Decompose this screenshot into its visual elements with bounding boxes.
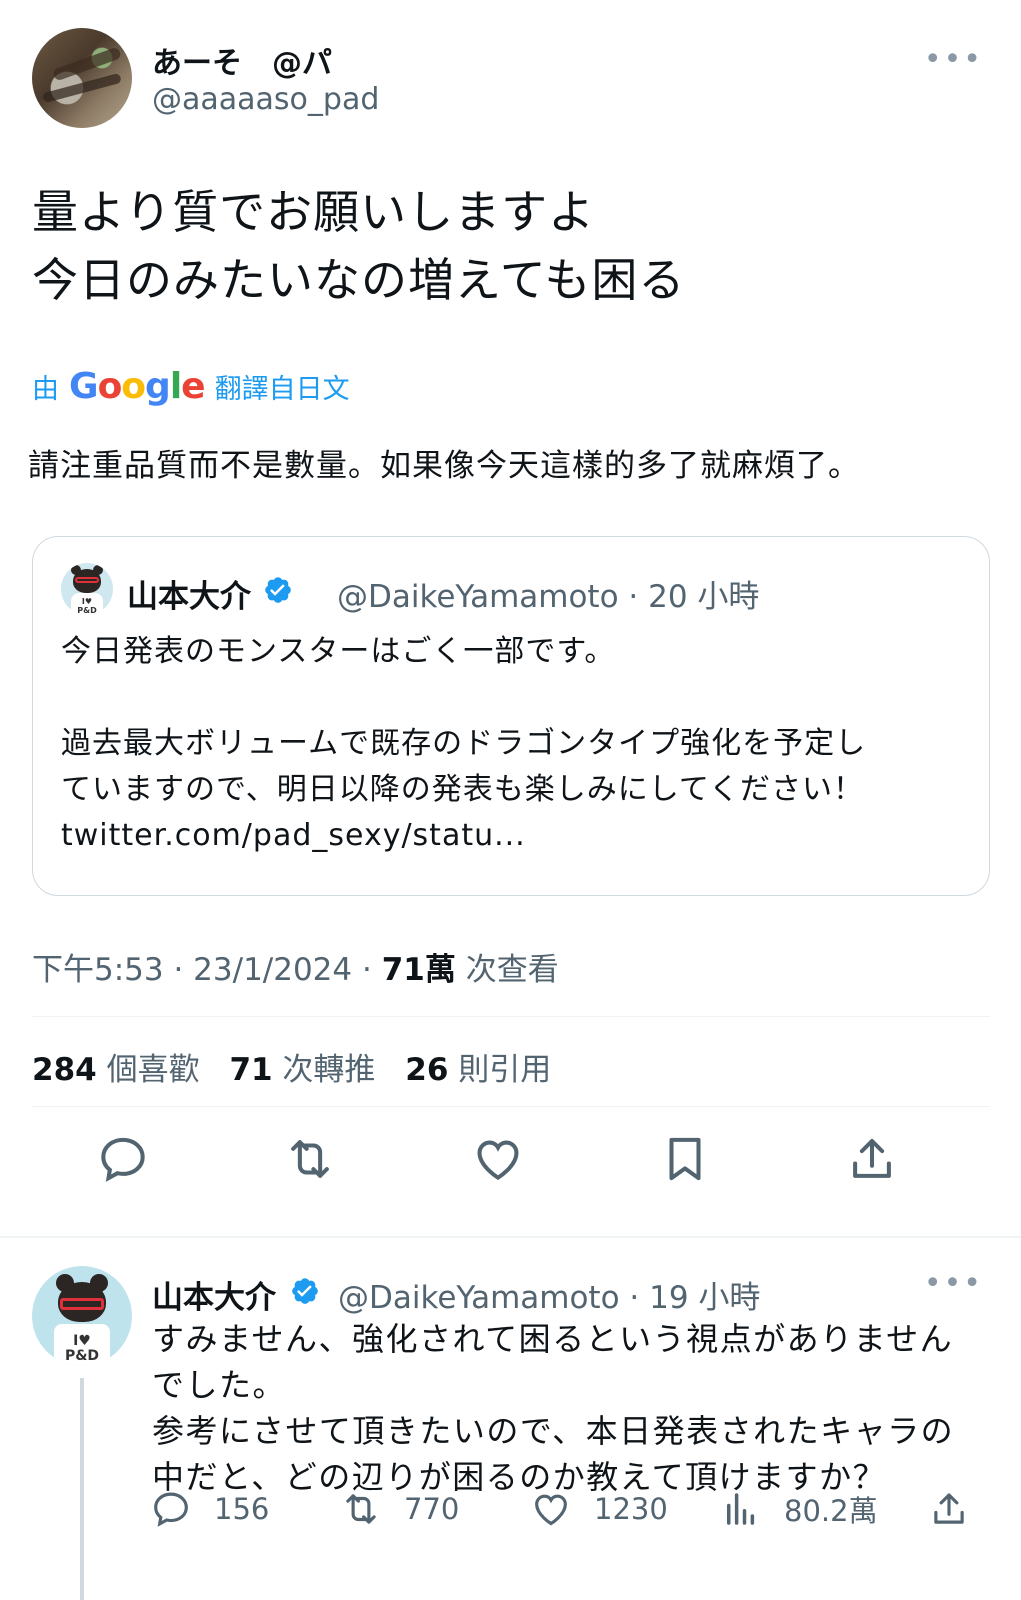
tweet-text: 量より質でお願いしますよ 今日のみたいなの増えても困る — [32, 185, 686, 307]
reply-handle-time[interactable]: @DaikeYamamoto · 19 小時 — [338, 1272, 760, 1317]
engagement-stats: 284 個喜歡 71 次轉推 26 則引用 — [32, 1044, 551, 1089]
like-count: 1230 — [594, 1492, 668, 1526]
quoted-tweet[interactable]: I♥ P&D 山本大介 @DaikeYamamoto · 20 小時 今日発表の… — [32, 536, 990, 896]
timestamp[interactable]: 下午5:53 · 23/1/2024 · 71萬 次查看 — [32, 944, 559, 989]
share-button[interactable] — [928, 1488, 992, 1530]
views-count: 80.2萬 — [784, 1494, 878, 1528]
views-label: 次查看 — [455, 952, 559, 988]
more-icon[interactable]: ••• — [924, 42, 983, 77]
views-button[interactable]: 80.2萬 — [720, 1488, 878, 1530]
display-name[interactable]: あーそ @パ — [152, 38, 332, 82]
retweets-label: 次轉推 — [272, 1052, 376, 1088]
translate-prefix: 由 — [32, 374, 59, 405]
reply-icon — [154, 1492, 188, 1527]
divider — [32, 1106, 990, 1107]
like-icon — [535, 1494, 567, 1526]
reply-count: 156 — [214, 1492, 270, 1526]
retweets-count: 71 — [229, 1052, 273, 1088]
like-button[interactable]: 1230 — [530, 1488, 668, 1530]
more-icon[interactable]: ••• — [924, 1266, 983, 1301]
reply-text: すみません、強化されて困るという視点がありません でした。 参考にさせて頂きたい… — [152, 1320, 955, 1496]
bear-glasses — [75, 577, 99, 583]
retweet-icon[interactable] — [283, 1132, 337, 1186]
avatar[interactable]: I♥ P&D — [61, 563, 113, 615]
views-icon — [727, 1493, 755, 1525]
share-icon — [934, 1493, 964, 1524]
like-icon[interactable] — [471, 1132, 525, 1186]
translate-suffix: 翻譯自日文 — [214, 374, 350, 405]
handle[interactable]: @aaaaaso_pad — [152, 82, 379, 117]
likes-count: 284 — [32, 1052, 97, 1088]
retweet-count: 770 — [404, 1492, 460, 1526]
avatar[interactable] — [32, 28, 132, 128]
reply-action-bar: 156 770 1230 80.2萬 — [0, 1488, 1021, 1538]
translate-link[interactable]: 由 Google 翻譯自日文 — [32, 366, 350, 407]
retweets-stat[interactable]: 71 次轉推 — [229, 1052, 375, 1088]
reply-icon[interactable] — [96, 1132, 150, 1186]
timestamp-text: 下午5:53 · 23/1/2024 · — [32, 952, 382, 988]
action-bar — [0, 1132, 1021, 1192]
reply-tweet[interactable]: I♥ P&D 山本大介 @DaikeYamamoto · 19 小時 ••• す… — [0, 1238, 1021, 1600]
reply-button[interactable]: 156 — [150, 1488, 269, 1530]
share-icon[interactable] — [845, 1132, 899, 1186]
bear-glasses — [60, 1298, 104, 1310]
quote-author-name[interactable]: 山本大介 — [127, 571, 251, 616]
quotes-label: 則引用 — [448, 1052, 552, 1088]
retweet-icon — [346, 1494, 376, 1524]
likes-stat[interactable]: 284 個喜歡 — [32, 1052, 200, 1088]
retweet-button[interactable]: 770 — [340, 1488, 459, 1530]
verified-badge-icon — [292, 1278, 318, 1304]
quote-handle-time[interactable]: @DaikeYamamoto · 20 小時 — [337, 571, 759, 616]
reply-author-name[interactable]: 山本大介 — [152, 1272, 276, 1317]
bookmark-icon[interactable] — [658, 1132, 712, 1186]
quote-text: 今日発表のモンスターはごく一部です。 過去最大ボリュームで既存のドラゴンタイプ強… — [61, 634, 867, 853]
likes-label: 個喜歡 — [96, 1052, 200, 1088]
translation-text: 請注重品質而不是數量。如果像今天這樣的多了就麻煩了。 — [28, 448, 860, 484]
quotes-count: 26 — [405, 1052, 449, 1088]
divider — [32, 1016, 990, 1017]
quotes-stat[interactable]: 26 則引用 — [405, 1052, 551, 1088]
verified-badge-icon — [265, 577, 291, 603]
views-count: 71萬 — [381, 952, 456, 988]
avatar-shirt-text: I♥ P&D — [71, 593, 103, 615]
google-logo: Google — [69, 366, 206, 407]
avatar-shirt-text: I♥ P&D — [54, 1324, 110, 1366]
avatar[interactable]: I♥ P&D — [32, 1266, 132, 1366]
